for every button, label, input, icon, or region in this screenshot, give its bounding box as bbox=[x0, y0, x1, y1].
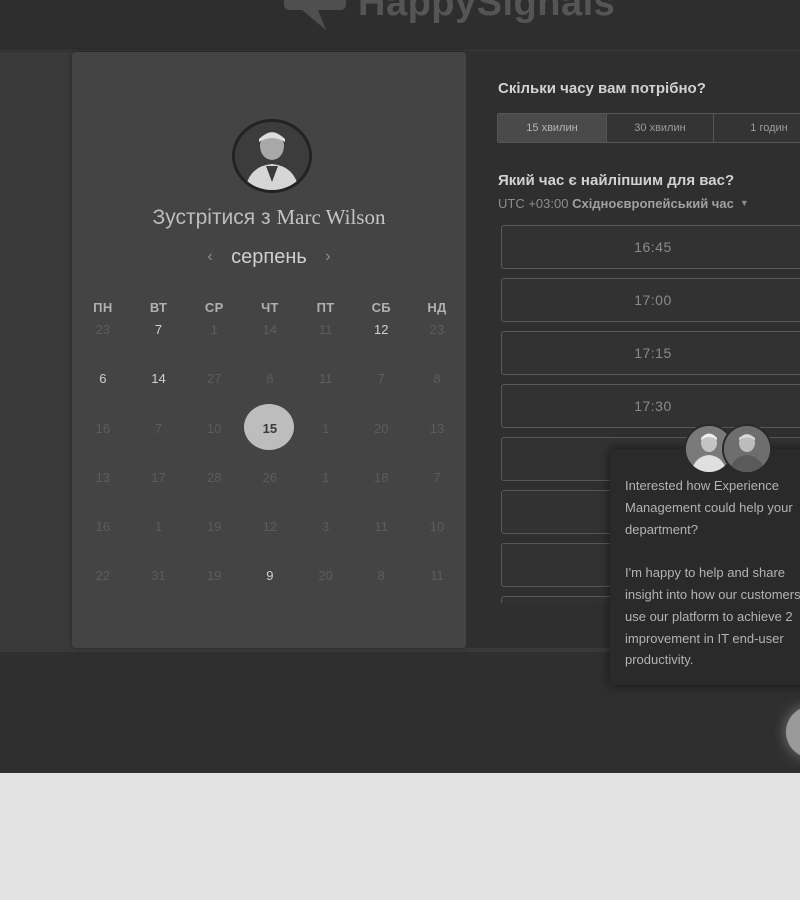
weekday-label: НД bbox=[427, 300, 447, 315]
calendar-day: 20 bbox=[374, 420, 389, 436]
calendar-day: 11 bbox=[318, 371, 333, 387]
weekday-label: ЧТ bbox=[261, 300, 279, 315]
meet-prefix: Зустрітися з bbox=[152, 206, 277, 229]
duration-question: Скільки часу вам потрібно? bbox=[498, 80, 706, 97]
calendar-day: 1 bbox=[321, 420, 330, 436]
month-navigation: ‹ серпень › bbox=[72, 246, 466, 269]
page-backdrop: HappySignals Зустрітися з Marc Wilson ‹ … bbox=[0, 0, 800, 773]
weekday-label: СБ bbox=[371, 300, 391, 315]
calendar-day: 10 bbox=[429, 519, 445, 535]
chat-launcher-button[interactable] bbox=[786, 706, 800, 758]
time-slot[interactable]: 17:00 bbox=[501, 278, 800, 322]
timezone-offset: UTC +03:00 bbox=[498, 196, 569, 211]
calendar-day: 8 bbox=[266, 371, 274, 387]
calendar-day[interactable]: 14 bbox=[131, 370, 187, 419]
calendar-day[interactable]: 6 bbox=[75, 370, 131, 419]
calendar-day: 16 bbox=[95, 519, 111, 535]
logo-icon bbox=[284, 0, 346, 30]
calendar-day: 13 bbox=[429, 420, 445, 436]
calendar-day[interactable]: 9 bbox=[242, 567, 298, 616]
calendar-day: 11 bbox=[374, 519, 389, 535]
chevron-right-icon[interactable]: › bbox=[311, 248, 344, 266]
calendar-day: 3 bbox=[321, 519, 330, 535]
calendar-day: 18 bbox=[374, 469, 389, 485]
calendar-day: 1 bbox=[154, 519, 163, 535]
weekday-label: ПН bbox=[93, 300, 113, 315]
calendar-day: 20 bbox=[318, 568, 333, 584]
calendar-day: 7 bbox=[154, 420, 163, 436]
agent-avatar[interactable] bbox=[722, 424, 772, 474]
brand-logo-text: HappySignals bbox=[358, 0, 616, 24]
chat-popup[interactable]: Interested how Experience Management cou… bbox=[610, 449, 800, 685]
calendar-day: 19 bbox=[206, 519, 222, 535]
calendar-day: 13 bbox=[95, 469, 111, 485]
weekday-label: ПТ bbox=[316, 300, 335, 315]
calendar-day[interactable]: 7 bbox=[131, 321, 187, 370]
calendar-day: 10 bbox=[206, 420, 222, 436]
time-slot[interactable]: 16:45 bbox=[501, 225, 800, 269]
host-avatar bbox=[232, 119, 312, 193]
duration-selector: 15 хвилин 30 хвилин 1 годин bbox=[497, 113, 800, 143]
agent-portrait-icon bbox=[724, 426, 770, 472]
calendar-day: 23 bbox=[95, 322, 111, 337]
duration-option-30[interactable]: 30 хвилин bbox=[607, 114, 714, 142]
time-question: Який час є найліпшим для вас? bbox=[498, 172, 735, 189]
calendar-day: 16 bbox=[95, 420, 111, 436]
calendar-day: 12 bbox=[262, 519, 278, 535]
calendar-day: 28 bbox=[206, 469, 222, 485]
calendar-day: 7 bbox=[377, 371, 385, 387]
time-slot[interactable]: 17:30 bbox=[501, 384, 800, 428]
weekday-label: ВТ bbox=[149, 300, 168, 315]
calendar-day: 27 bbox=[206, 371, 222, 387]
calendar-day-selected[interactable]: 15 bbox=[242, 420, 298, 469]
calendar-day: 23 bbox=[429, 322, 445, 337]
calendar-day: 7 bbox=[433, 469, 441, 485]
calendar-day: 31 bbox=[151, 568, 166, 584]
host-portrait-icon bbox=[235, 122, 309, 190]
calendar-day: 22 bbox=[95, 568, 111, 584]
calendar-day: 17 bbox=[151, 469, 166, 485]
calendar-grid: 23 7 1 14 11 12 23 6 14 27 8 11 7 8 16 7 10 15 1 20 13 13 17 28… bbox=[75, 321, 465, 617]
calendar-day: 8 bbox=[433, 371, 441, 387]
calendar-day: 11 bbox=[318, 322, 333, 337]
timezone-select[interactable]: UTC +03:00 Східноєвропейський час ▼ bbox=[498, 196, 749, 211]
host-name: Marc Wilson bbox=[276, 205, 386, 229]
calendar-day: 19 bbox=[206, 568, 222, 584]
timezone-name: Східноєвропейський час bbox=[572, 196, 734, 211]
duration-option-60[interactable]: 1 годин bbox=[714, 114, 800, 142]
calendar-day: 8 bbox=[377, 568, 385, 584]
calendar-day[interactable]: 12 bbox=[353, 321, 409, 370]
weekday-header: ПН ВТ СР ЧТ ПТ СБ НД bbox=[75, 300, 465, 315]
calendar-day: 26 bbox=[262, 469, 278, 485]
chevron-left-icon[interactable]: ‹ bbox=[193, 248, 226, 266]
chat-message: Interested how Experience Management cou… bbox=[625, 478, 800, 668]
calendar-day: 1 bbox=[210, 322, 218, 337]
duration-option-15[interactable]: 15 хвилин bbox=[498, 114, 607, 142]
site-header: HappySignals bbox=[0, 0, 800, 51]
calendar-day: 11 bbox=[430, 568, 444, 584]
calendar-day: 1 bbox=[321, 469, 330, 485]
calendar-day: 14 bbox=[262, 322, 278, 337]
month-label: серпень bbox=[231, 246, 307, 268]
meeting-title: Зустрітися з Marc Wilson bbox=[72, 205, 466, 230]
time-slot[interactable]: 17:15 bbox=[501, 331, 800, 375]
weekday-label: СР bbox=[204, 300, 224, 315]
caret-down-icon: ▼ bbox=[739, 198, 749, 208]
